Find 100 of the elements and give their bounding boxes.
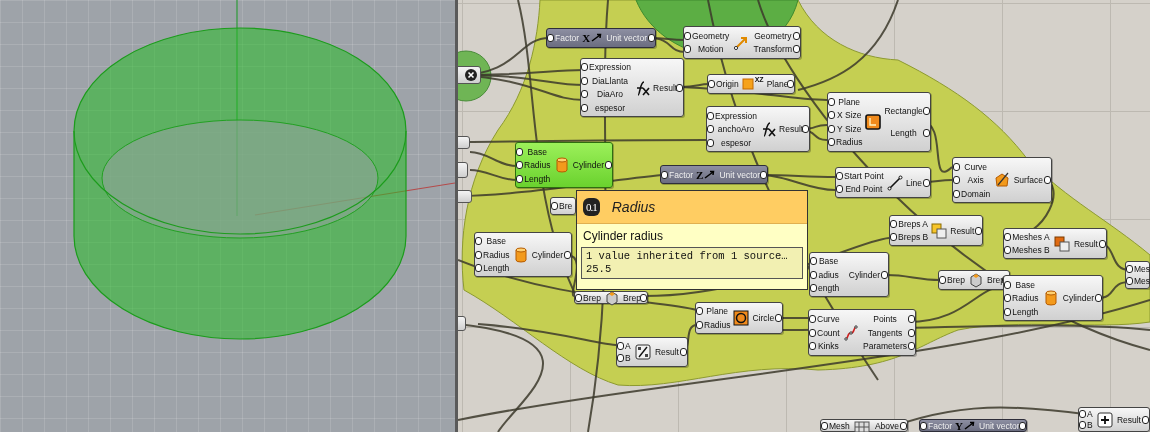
output-label: Surface <box>1013 175 1043 185</box>
component-node[interactable]: Geometry Motion Geometry Transform <box>683 26 801 59</box>
component-node[interactable]: Base Radius Length Cylinder <box>515 142 613 188</box>
input-port[interactable] <box>821 421 828 430</box>
output-port[interactable] <box>923 178 930 187</box>
input-label: DiaLlanta <box>592 75 628 86</box>
output-port[interactable] <box>640 293 647 302</box>
input-label: Length <box>524 173 551 184</box>
component-node[interactable]: Curve Count Kinks Points Tangents Parameters <box>808 309 916 356</box>
output-port[interactable] <box>802 125 809 133</box>
component-node[interactable]: Base Radius Length Cylinder <box>474 232 572 277</box>
output-label: Cylinder <box>848 269 880 280</box>
component-node[interactable]: Factor Y Unit vector <box>919 419 1027 432</box>
output-port[interactable] <box>680 348 687 356</box>
output-port[interactable] <box>648 34 655 42</box>
output-port[interactable] <box>881 270 888 279</box>
component-node[interactable]: Mesh Above <box>820 419 908 432</box>
cylinder-icon <box>1042 290 1059 306</box>
input-label: Axis <box>967 175 984 185</box>
input-label: Brep <box>583 292 601 303</box>
output-port[interactable] <box>787 80 794 88</box>
line-icon <box>886 174 903 191</box>
input-label: Length <box>1012 306 1039 317</box>
param-node[interactable] <box>458 190 472 203</box>
input-label: Factor <box>555 33 580 43</box>
input-label: Meshes A <box>1012 232 1050 242</box>
input-label: Geometry <box>692 30 730 41</box>
input-label: Bre <box>559 201 573 211</box>
output-port[interactable] <box>900 421 907 430</box>
output-port[interactable] <box>1099 239 1106 248</box>
component-node[interactable]: Base Radius Length Cylinder <box>1003 275 1103 321</box>
input-port[interactable] <box>575 293 582 302</box>
input-label: Plane <box>706 306 729 317</box>
output-port[interactable] <box>923 106 930 115</box>
plane-icon <box>741 78 754 90</box>
output-port[interactable] <box>1019 421 1026 430</box>
input-label: Origin <box>716 79 739 89</box>
input-port[interactable] <box>708 80 715 88</box>
input-port[interactable] <box>939 276 946 284</box>
output-label: Result <box>950 225 975 236</box>
input-port[interactable] <box>920 421 927 430</box>
component-node[interactable]: Plane Radius Circle <box>695 302 783 334</box>
component-node[interactable]: Curve Axis Domain Surface <box>952 157 1052 203</box>
output-port[interactable] <box>975 226 982 235</box>
input-label: Breps B <box>898 232 929 242</box>
input-label: Start Point <box>844 171 884 181</box>
input-label: Base <box>527 146 547 157</box>
input-label: Curve <box>817 313 840 324</box>
input-label: Expression <box>589 62 632 73</box>
component-node[interactable]: Start Point End Point Line <box>835 167 931 198</box>
input-port[interactable] <box>661 170 668 179</box>
component-node[interactable]: Expression anchoAro espesor Result <box>706 106 810 152</box>
component-node[interactable]: Bre <box>550 197 576 215</box>
rectangle-icon <box>865 114 882 130</box>
input-label: Base <box>486 236 506 247</box>
move-arrow-icon <box>733 34 750 51</box>
component-node[interactable]: Breps A Breps B Result <box>889 215 983 246</box>
param-node[interactable] <box>458 136 470 149</box>
component-node[interactable]: A B Result <box>1078 407 1150 432</box>
component-node[interactable]: Plane X Size Y Size Radius Rectangle Length <box>827 92 931 152</box>
input-label: X Size <box>836 110 862 121</box>
output-label: Unit vector <box>719 169 761 180</box>
input-label: espesor <box>594 102 626 113</box>
input-port[interactable] <box>547 34 554 42</box>
input-label: ength <box>818 282 840 293</box>
component-node[interactable]: Factor X Unit vector <box>546 28 656 48</box>
output-label: Cylinder <box>572 160 604 170</box>
output-port[interactable] <box>1044 176 1051 184</box>
output-port[interactable] <box>564 250 571 259</box>
component-node[interactable]: Meshes A Meshes B Result <box>1003 228 1107 259</box>
function-icon <box>760 121 777 137</box>
output-port[interactable] <box>775 314 782 322</box>
input-label: Domain <box>961 188 991 199</box>
input-label: Count <box>817 327 840 338</box>
input-label: Radius <box>704 319 731 330</box>
output-label: Cylinder <box>531 249 563 260</box>
output-label: Tangents <box>867 327 903 338</box>
input-label: End Point <box>845 184 883 194</box>
input-port[interactable] <box>551 202 558 210</box>
output-port[interactable] <box>676 83 683 92</box>
output-port[interactable] <box>760 170 767 179</box>
component-node[interactable]: Expression DiaLlanta DiaAro espesor Result <box>580 58 684 117</box>
input-label: Curve <box>964 161 987 172</box>
value-line: 25.5 <box>586 263 613 276</box>
output-label: Transform <box>753 44 792 55</box>
param-node[interactable] <box>458 162 468 178</box>
output-label: Plane <box>766 79 789 89</box>
toggle-node[interactable] <box>458 66 481 84</box>
output-port[interactable] <box>605 161 612 169</box>
component-node[interactable]: Factor Z Unit vector <box>660 165 768 184</box>
input-label: Base <box>818 256 839 267</box>
component-node[interactable]: A B Result <box>616 337 688 367</box>
input-label: B <box>1087 420 1093 430</box>
output-port[interactable] <box>1095 294 1102 302</box>
component-node[interactable]: Base adius ength Cylinder <box>809 252 889 297</box>
output-port[interactable] <box>1142 415 1149 424</box>
axis-label: Z <box>696 168 704 181</box>
output-port[interactable] <box>923 129 930 138</box>
param-node[interactable] <box>458 316 466 331</box>
arrow-icon <box>704 169 717 180</box>
